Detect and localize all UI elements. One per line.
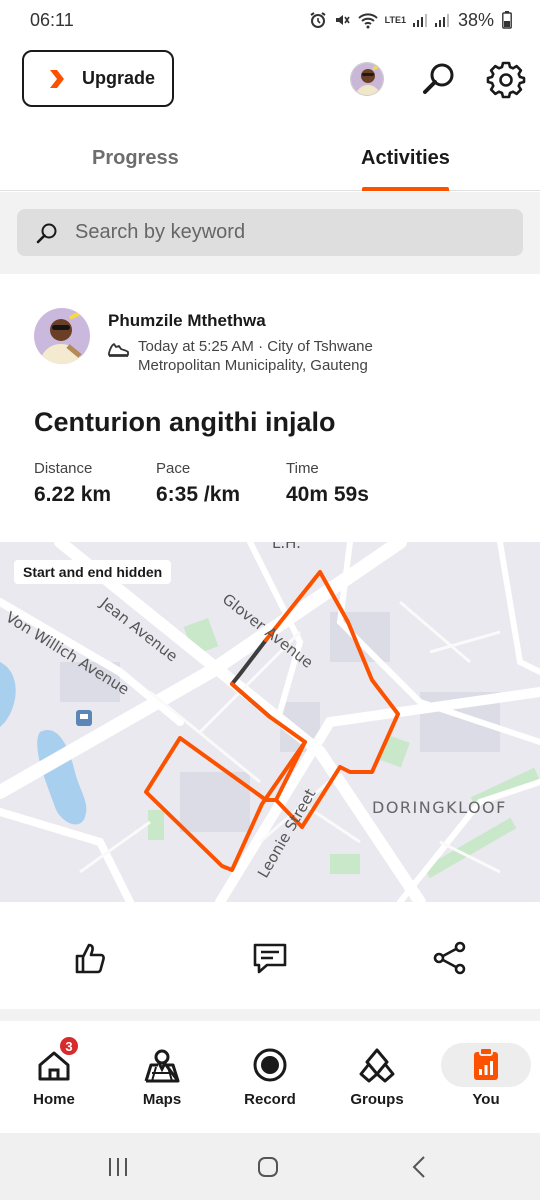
nav-label: Maps [142,1091,182,1108]
search-icon[interactable] [420,60,458,98]
run-shoe-icon [108,343,129,357]
status-bar: 06:11 LTE1 38% [0,0,540,40]
maps-icon [142,1045,182,1085]
top-bar: Upgrade [0,50,540,108]
search-area: Search by keyword [0,192,540,274]
nav-label: Home [33,1091,75,1108]
activity-meta: Today at 5:25 AM · City of Tshwane Metro… [138,338,373,374]
nav-label: Record [244,1091,296,1108]
upgrade-label: Upgrade [82,68,156,88]
map-label-lh: L.H. [272,542,301,552]
upgrade-button[interactable]: Upgrade [22,50,174,107]
stat-distance: Distance 6.22 km [34,460,111,507]
nav-home[interactable]: 3 Home [8,1035,100,1113]
route-map[interactable]: Start and end hidden L.H. Glover Avenue … [0,542,540,902]
tab-progress[interactable]: Progress [92,147,179,170]
activity-title[interactable]: Centurion angithi injalo [34,407,335,438]
start-end-hidden-badge: Start and end hidden [14,560,172,584]
stat-label: Distance [34,460,93,477]
wifi-icon [357,13,378,29]
alarm-icon [310,12,326,28]
battery-percent: 38% [457,9,494,30]
bottom-nav: 3 Home Maps Record Groups You [0,1021,540,1133]
home-system-icon[interactable] [256,1155,280,1179]
stat-label: Time [286,460,319,477]
nav-label: You [472,1091,500,1108]
feed-divider [0,1009,540,1021]
active-tab-indicator [362,187,449,191]
signal-icon-2 [434,14,449,27]
nav-groups[interactable]: Groups [331,1039,423,1113]
settings-icon[interactable] [486,59,526,99]
signal-icon [412,14,427,27]
nav-label: Groups [350,1091,404,1108]
tab-activities[interactable]: Activities [361,147,450,170]
strava-chevron-icon [50,69,64,88]
activity-card[interactable]: Phumzile Mthethwa Today at 5:25 AM · Cit… [0,274,540,1009]
map-label-doringkloof: DORINGKLOOF [372,798,507,817]
profile-avatar[interactable] [350,62,384,96]
stat-label: Pace [156,460,191,477]
athlete-name[interactable]: Phumzile Mthethwa [108,311,266,331]
status-icons: LTE1 [309,11,450,29]
stat-value: 6.22 km [34,483,112,506]
stat-value: 6:35 /km [156,483,241,506]
system-nav-bar [0,1133,540,1200]
stat-value: 40m 59s [286,483,369,506]
notification-badge: 3 [58,1035,80,1057]
battery-icon [502,11,512,29]
nav-you[interactable]: You [440,1039,532,1113]
back-icon[interactable] [408,1155,432,1179]
network-label: LTE1 [384,15,406,25]
tab-bar: Progress Activities [0,135,540,191]
search-input[interactable]: Search by keyword [17,209,523,256]
home-icon: 3 [34,1035,80,1085]
record-icon [250,1045,290,1085]
nav-maps[interactable]: Maps [116,1039,208,1113]
search-placeholder: Search by keyword [75,221,246,243]
search-field-icon [36,223,57,243]
groups-icon [357,1045,397,1085]
recents-icon[interactable] [106,1155,130,1179]
athlete-avatar[interactable] [34,308,90,364]
status-time: 06:11 [30,9,74,30]
status-right: LTE1 38% [309,10,512,31]
mute-icon [335,15,350,25]
nav-record[interactable]: Record [224,1039,316,1113]
activity-actions [0,902,540,1009]
comment-icon[interactable] [252,940,288,976]
stat-time: Time 40m 59s [286,460,369,507]
stat-pace: Pace 6:35 /km [156,460,240,507]
you-icon [466,1045,506,1085]
share-icon[interactable] [432,940,468,976]
like-icon[interactable] [72,940,108,976]
